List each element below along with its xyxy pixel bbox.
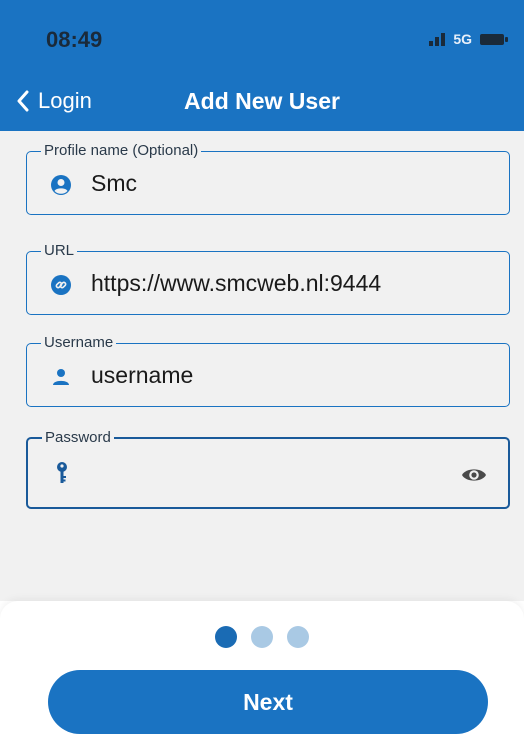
page-dot-2[interactable] bbox=[251, 626, 273, 648]
url-field[interactable]: URL bbox=[26, 242, 510, 315]
signal-icon bbox=[429, 32, 446, 46]
profile-name-label: Profile name (Optional) bbox=[41, 142, 202, 160]
url-input[interactable] bbox=[91, 270, 451, 297]
battery-icon bbox=[480, 33, 508, 45]
network-type: 5G bbox=[453, 31, 472, 47]
back-button[interactable]: Login bbox=[16, 88, 92, 114]
eye-icon[interactable] bbox=[460, 464, 488, 486]
page-indicator bbox=[0, 626, 524, 648]
link-icon bbox=[51, 275, 71, 295]
person-circle-icon bbox=[51, 175, 71, 195]
username-field[interactable]: Username bbox=[26, 334, 510, 407]
app-header: 08:49 5G Login Add New User bbox=[0, 0, 524, 131]
chevron-left-icon bbox=[17, 90, 29, 112]
status-time: 08:49 bbox=[46, 27, 103, 52]
form-area: Profile name (Optional) URL Username Pas… bbox=[0, 131, 524, 601]
username-input[interactable] bbox=[91, 362, 451, 389]
next-label: Next bbox=[243, 688, 293, 715]
profile-name-input[interactable] bbox=[91, 170, 451, 197]
password-input[interactable] bbox=[92, 457, 452, 484]
url-label: URL bbox=[41, 242, 78, 260]
password-label: Password bbox=[42, 429, 114, 447]
password-field[interactable]: Password bbox=[26, 429, 510, 509]
next-button[interactable]: Next bbox=[48, 670, 488, 734]
username-label: Username bbox=[41, 334, 117, 352]
bottom-sheet: Next bbox=[0, 601, 524, 741]
back-label: Login bbox=[38, 88, 92, 113]
profile-name-field[interactable]: Profile name (Optional) bbox=[26, 142, 510, 215]
page-dot-3[interactable] bbox=[287, 626, 309, 648]
page-dot-1[interactable] bbox=[215, 626, 237, 648]
key-icon bbox=[57, 462, 67, 483]
person-icon bbox=[53, 369, 69, 385]
status-icons: 5G bbox=[429, 31, 508, 47]
